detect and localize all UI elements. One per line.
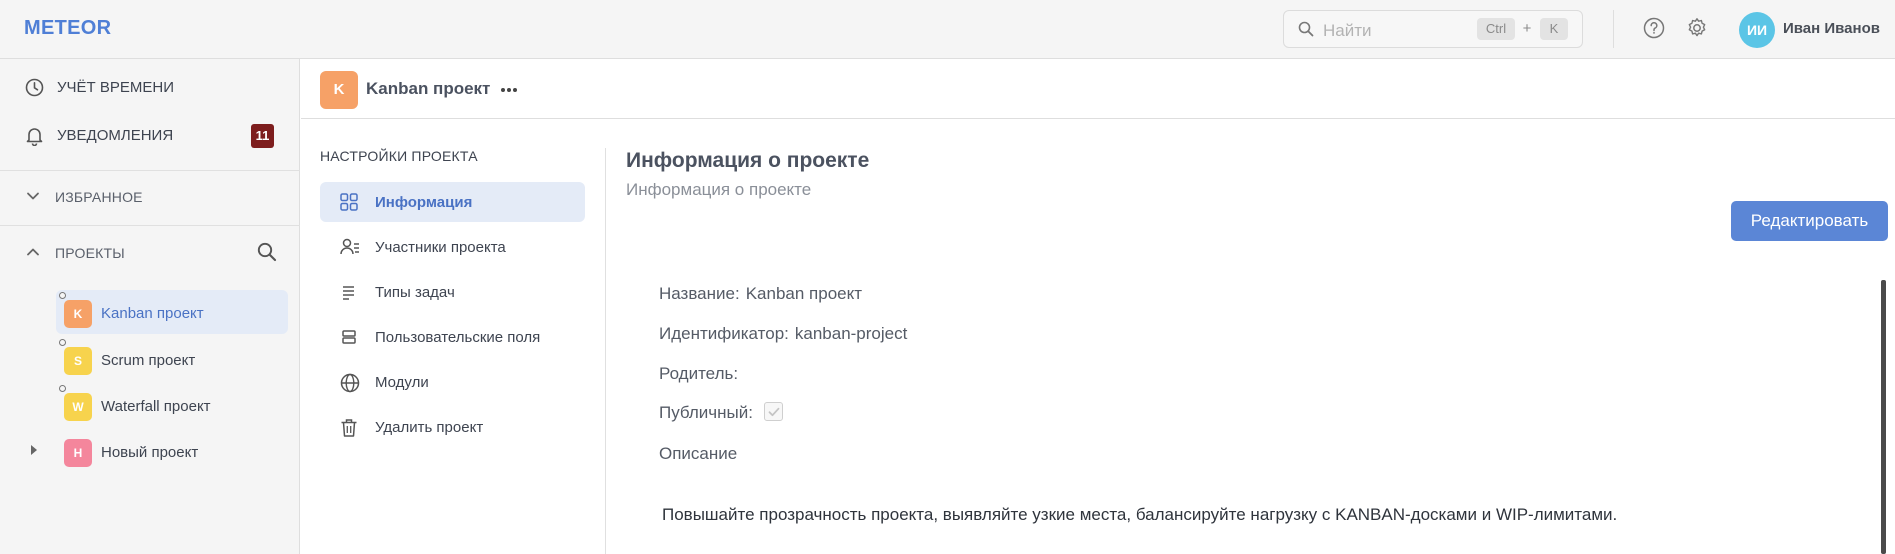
shortcut-key: K	[1540, 18, 1568, 40]
project-item-new[interactable]: Н Новый проект	[56, 429, 288, 473]
grid-icon	[340, 193, 358, 211]
settings-item-label: Модули	[375, 374, 429, 391]
sidebar-item-time-tracking[interactable]: УЧЁТ ВРЕМЕНИ	[0, 67, 300, 107]
chevron-down-icon	[26, 191, 40, 201]
project-avatar: K	[320, 71, 358, 109]
project-header: K Kanban проект	[301, 59, 1895, 119]
settings-item-label: Информация	[375, 194, 473, 211]
project-avatar: K	[64, 300, 92, 328]
settings-item-delete-project[interactable]: Удалить проект	[320, 407, 585, 447]
shortcut-plus: +	[1522, 20, 1532, 37]
shortcut-ctrl: Ctrl	[1477, 18, 1515, 40]
notifications-badge: 11	[251, 124, 274, 148]
fields-icon	[340, 328, 358, 346]
field-description: Описание	[659, 444, 737, 464]
search-icon[interactable]	[257, 242, 277, 262]
project-avatar: S	[64, 347, 92, 375]
sidebar-item-label: УВЕДОМЛЕНИЯ	[57, 127, 174, 144]
project-item-kanban[interactable]: K Kanban проект	[56, 290, 288, 334]
user-name[interactable]: Иван Иванов	[1783, 20, 1880, 37]
project-item-waterfall[interactable]: W Waterfall проект	[56, 383, 288, 427]
settings-item-label: Удалить проект	[375, 419, 484, 436]
page-title: Kanban проект	[366, 79, 491, 98]
field-value: kanban-project	[794, 324, 908, 343]
chevron-up-icon	[26, 247, 40, 257]
project-item-scrum[interactable]: S Scrum проект	[56, 337, 288, 381]
field-label: Описание	[659, 444, 738, 463]
expand-caret-icon[interactable]	[31, 445, 37, 455]
field-parent: Родитель:	[659, 364, 738, 384]
field-label: Родитель:	[659, 364, 739, 383]
field-value: Kanban проект	[745, 284, 863, 303]
sidebar: УЧЁТ ВРЕМЕНИ УВЕДОМЛЕНИЯ 11 ИЗБРАННОЕ ПР…	[0, 59, 300, 554]
divider	[605, 148, 606, 554]
section-label: ПРОЕКТЫ	[55, 245, 125, 261]
sidebar-section-projects[interactable]: ПРОЕКТЫ	[0, 233, 300, 273]
list-icon	[340, 283, 358, 301]
divider	[0, 170, 300, 171]
drag-handle-dot	[59, 385, 66, 392]
edit-button[interactable]: Редактировать	[1731, 201, 1888, 241]
scrollbar[interactable]	[1881, 280, 1886, 554]
field-label: Идентификатор:	[659, 324, 789, 343]
field-name: Название: Kanban проект	[659, 284, 862, 304]
field-label: Публичный:	[659, 403, 753, 422]
settings-item-modules[interactable]: Модули	[320, 362, 585, 402]
project-name: Новый проект	[101, 444, 199, 461]
field-public: Публичный:	[659, 402, 783, 423]
content-subtitle: Информация о проекте	[626, 180, 812, 199]
project-name: Scrum проект	[101, 352, 196, 369]
description-text: Повышайте прозрачность проекта, выявляйт…	[662, 505, 1618, 524]
content-title: Информация о проекте	[626, 149, 870, 172]
sidebar-section-favorites[interactable]: ИЗБРАННОЕ	[0, 177, 300, 217]
help-icon[interactable]	[1643, 17, 1665, 39]
field-label: Название:	[659, 284, 740, 303]
settings-item-label: Типы задач	[375, 284, 455, 301]
top-bar: METEOR Найти Ctrl + K ИИ Иван Иванов	[0, 0, 1895, 59]
search-input[interactable]: Найти	[1323, 21, 1372, 41]
divider	[1613, 10, 1614, 48]
gear-icon[interactable]	[1686, 17, 1708, 39]
app-logo[interactable]: METEOR	[24, 17, 111, 40]
project-avatar: Н	[64, 439, 92, 467]
drag-handle-dot	[59, 292, 66, 299]
search-icon	[1298, 21, 1314, 37]
project-name: Waterfall проект	[101, 398, 211, 415]
settings-nav-title: НАСТРОЙКИ ПРОЕКТА	[320, 148, 478, 164]
bell-icon	[25, 126, 44, 146]
settings-item-members[interactable]: Участники проекта	[320, 227, 585, 267]
sidebar-item-label: УЧЁТ ВРЕМЕНИ	[57, 79, 174, 96]
settings-item-label: Пользовательские поля	[375, 329, 541, 346]
settings-item-label: Участники проекта	[375, 239, 506, 256]
more-icon[interactable]	[500, 87, 518, 93]
clock-icon	[25, 78, 44, 97]
project-name: Kanban проект	[101, 305, 204, 322]
settings-item-info[interactable]: Информация	[320, 182, 585, 222]
members-icon	[340, 238, 360, 256]
project-avatar: W	[64, 393, 92, 421]
settings-item-task-types[interactable]: Типы задач	[320, 272, 585, 312]
settings-item-custom-fields[interactable]: Пользовательские поля	[320, 317, 585, 357]
divider	[0, 225, 300, 226]
globe-icon	[340, 373, 360, 393]
field-identifier: Идентификатор: kanban-project	[659, 324, 907, 344]
public-checkbox	[763, 402, 783, 422]
sidebar-item-notifications[interactable]: УВЕДОМЛЕНИЯ 11	[0, 115, 300, 155]
trash-icon	[340, 418, 358, 438]
avatar[interactable]: ИИ	[1739, 12, 1775, 48]
section-label: ИЗБРАННОЕ	[55, 189, 143, 205]
drag-handle-dot	[59, 339, 66, 346]
search-box[interactable]: Найти Ctrl + K	[1283, 10, 1583, 48]
